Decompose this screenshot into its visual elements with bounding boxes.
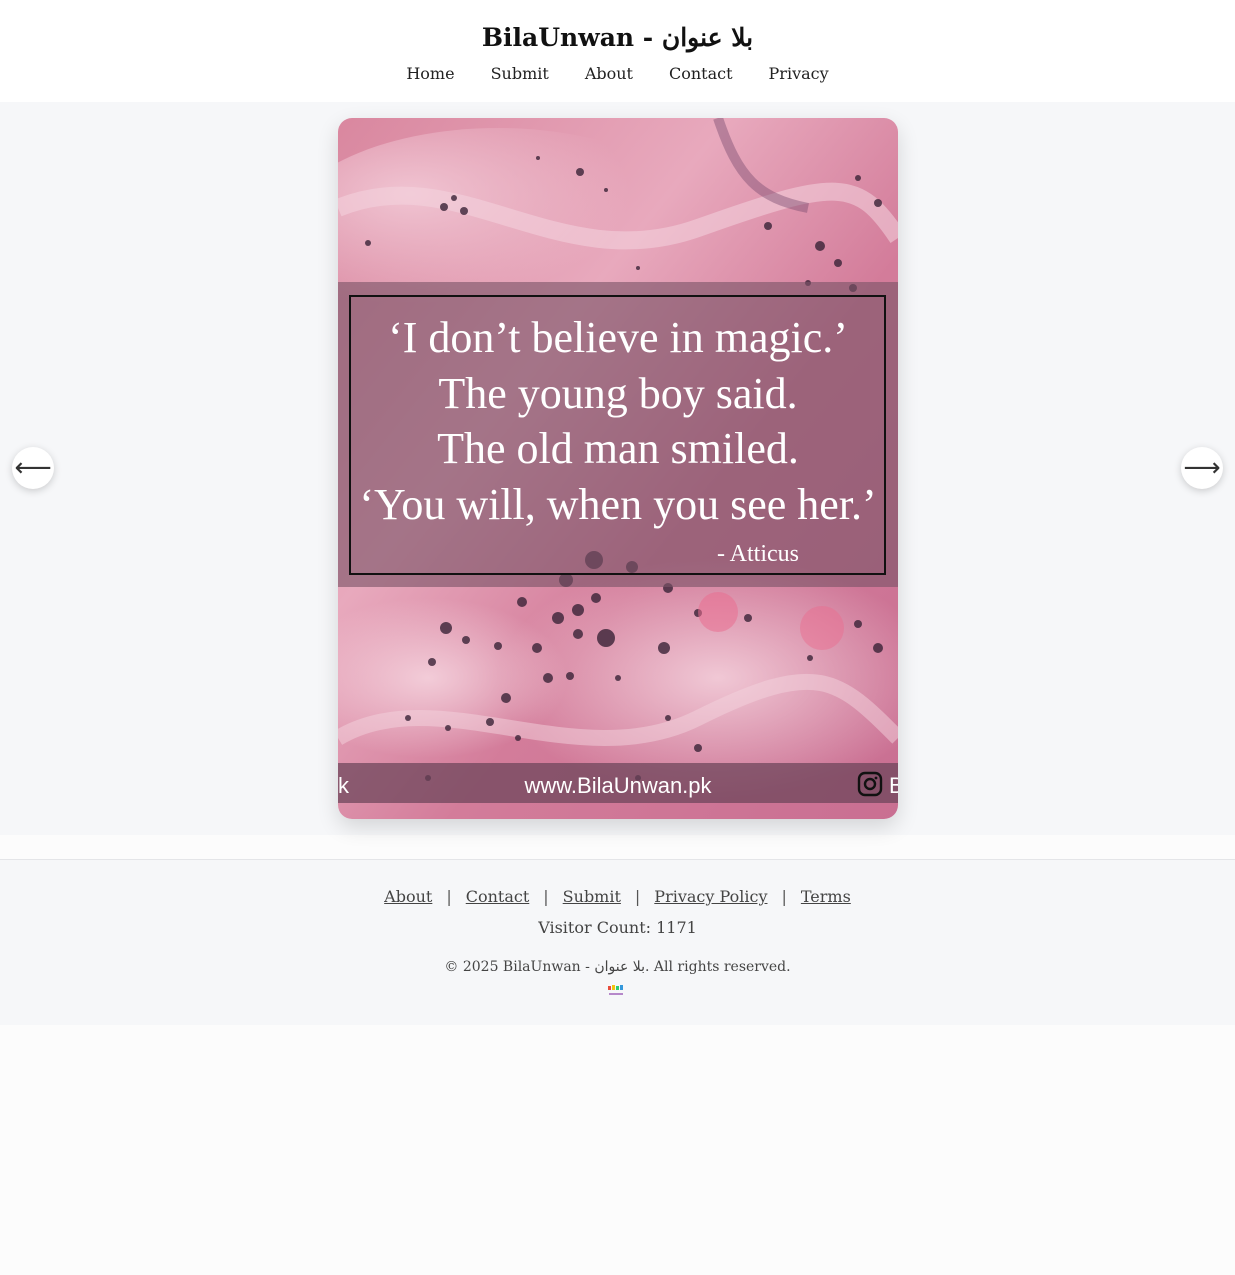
nav-about-link[interactable]: About [585,63,633,85]
footer-separator: | [634,887,641,906]
footer-separator: | [781,887,787,906]
footer-contact-link[interactable]: Contact [466,886,530,908]
footer-privacy-policy-link[interactable]: Privacy Policy [654,886,767,908]
site-title: BilaUnwan - بلا عنوان [481,23,754,52]
quote-line-4: ‘You will, when you see her.’ [359,480,876,529]
watermark-right-fragment: B [889,773,898,798]
arrow-left-icon: ⟵ [14,453,52,483]
nav-privacy-link[interactable]: Privacy [769,63,829,85]
next-slide-button[interactable]: ⟶ [1181,447,1223,489]
quote-slide-image: ‘I don’t believe in magic.’ The young bo… [338,118,898,819]
arrow-right-icon: ⟶ [1183,453,1221,483]
visitor-count: Visitor Count: 1171 [538,918,697,937]
footer-about-link[interactable]: About [384,886,432,908]
site-logo-icon [608,985,623,995]
nav-home-link[interactable]: Home [406,63,454,85]
footer-terms-link[interactable]: Terms [801,886,851,908]
copyright-text: © 2025 BilaUnwan - بلا عنوان. All rights… [444,959,791,975]
quote-line-1: ‘I don’t believe in magic.’ [388,313,848,362]
page-blank-area [0,1025,1235,1275]
nav-contact-link[interactable]: Contact [669,63,733,85]
quote-line-3: The old man smiled. [437,424,799,473]
quote-carousel: ⟵ ‘I don’t believe in magic.’ The young … [0,102,1235,835]
main-nav: Home Submit About Contact Privacy [0,63,1235,85]
watermark-left-fragment: k [338,773,350,798]
watermark-url: www.BilaUnwan.pk [523,773,712,798]
quote-line-2: The young boy said. [438,369,797,418]
site-header: BilaUnwan - بلا عنوان Home Submit About … [0,0,1235,102]
nav-submit-link[interactable]: Submit [491,63,549,85]
footer-links: About | Contact | Submit | Privacy Polic… [0,886,1235,908]
footer-submit-link[interactable]: Submit [563,886,621,908]
footer-separator: | [446,887,452,906]
quote-attribution: - Atticus [717,541,799,567]
site-footer: About | Contact | Submit | Privacy Polic… [0,859,1235,1025]
prev-slide-button[interactable]: ⟵ [12,447,54,489]
footer-separator: | [543,887,549,906]
